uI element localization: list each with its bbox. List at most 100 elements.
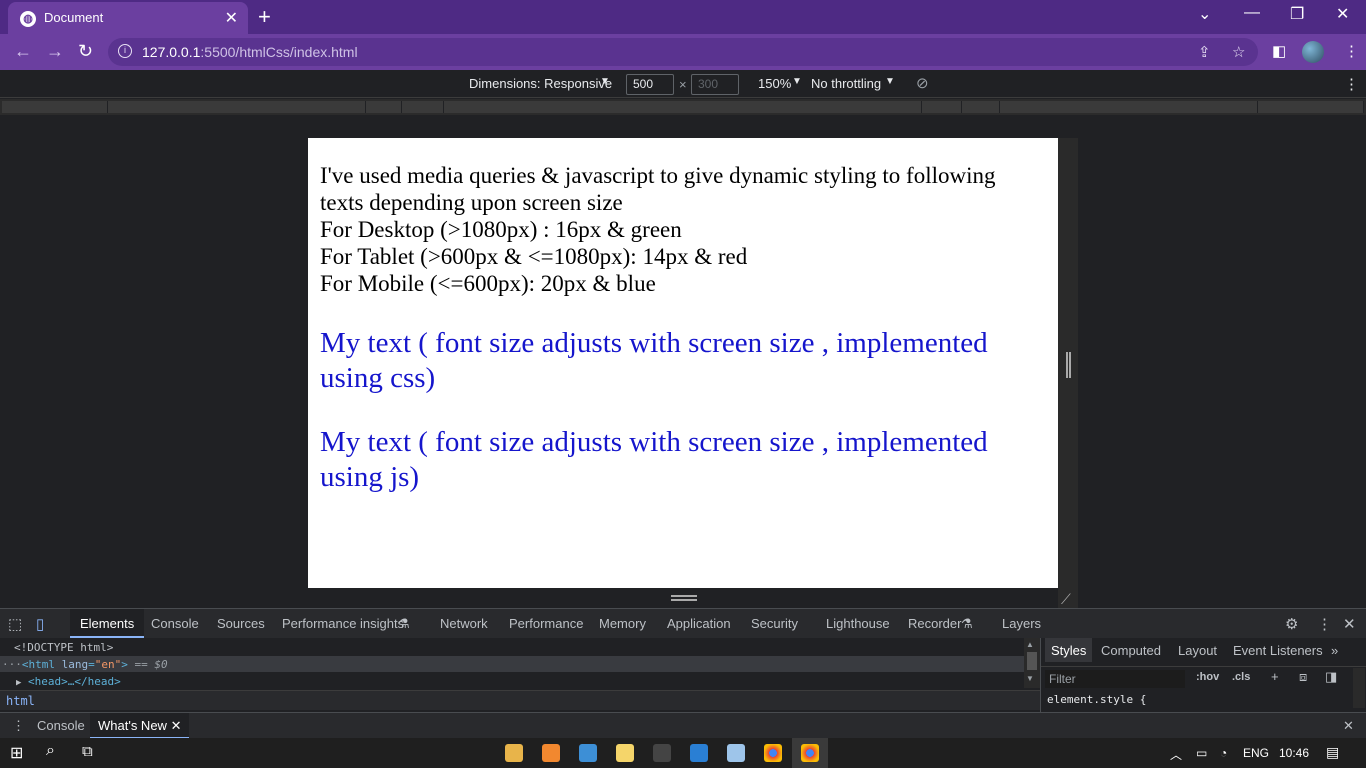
paint-icon[interactable]: ⧈ — [1299, 669, 1307, 685]
media-query-segment[interactable] — [2, 101, 108, 113]
close-icon[interactable]: ✕ — [171, 718, 182, 733]
doctype-node[interactable]: <!DOCTYPE html> — [14, 641, 113, 654]
resize-handle-corner[interactable]: ⟋ — [1061, 591, 1071, 608]
intro-line: I've used media queries & javascript to … — [320, 163, 996, 215]
breadcrumb-html[interactable]: html — [6, 694, 35, 708]
tray-chevron-icon[interactable]: ︿ — [1170, 746, 1182, 763]
profile-avatar[interactable] — [1302, 41, 1324, 63]
zoom-dropdown[interactable]: 150% — [758, 76, 791, 91]
media-query-segment[interactable] — [444, 101, 922, 113]
inspect-element-icon[interactable]: ⬚ — [8, 615, 22, 633]
dimensions-dropdown[interactable]: Dimensions: Responsive — [469, 76, 612, 91]
file-explorer-icon[interactable] — [505, 744, 523, 762]
head-node[interactable]: ▶ <head>…</head> — [16, 675, 121, 688]
rotate-icon[interactable]: ⊘ — [916, 74, 929, 92]
flask-icon: ⚗ — [398, 616, 410, 631]
notes-app-icon[interactable] — [727, 744, 745, 762]
language-indicator[interactable]: ENG — [1243, 746, 1269, 760]
styles-scrollbar[interactable] — [1353, 668, 1365, 708]
tab-layout[interactable]: Layout — [1178, 643, 1217, 658]
tab-memory[interactable]: Memory — [599, 616, 646, 631]
task-view-icon[interactable]: ⧉ — [82, 743, 93, 760]
close-tab-icon[interactable]: ✕ — [225, 8, 238, 28]
menu-kebab-icon[interactable]: ⋮ — [1344, 42, 1359, 60]
element-style-rule[interactable]: element.style { — [1047, 693, 1146, 706]
address-bar[interactable]: i 127.0.0.1:5500/htmlCss/index.html ⇪ ☆ — [108, 38, 1258, 66]
more-options-icon[interactable]: ⋮ — [1344, 75, 1359, 93]
media-query-segment[interactable] — [962, 101, 1000, 113]
tab-application[interactable]: Application — [667, 616, 731, 631]
media-query-segment[interactable] — [1258, 101, 1364, 113]
media-query-segment[interactable] — [922, 101, 962, 113]
tab-sources[interactable]: Sources — [217, 616, 265, 631]
side-panel-icon[interactable]: ◧ — [1272, 42, 1286, 60]
chrome-active-icon[interactable] — [801, 744, 819, 762]
battery-icon[interactable]: ▭ — [1196, 746, 1207, 760]
url-text[interactable]: 127.0.0.1:5500/htmlCss/index.html — [142, 44, 358, 60]
notifications-icon[interactable]: ▤ — [1326, 744, 1339, 761]
tab-elements[interactable]: Elements — [70, 609, 145, 638]
media-query-segment[interactable] — [108, 101, 366, 113]
tab-network[interactable]: Network — [440, 616, 488, 631]
tab-lighthouse[interactable]: Lighthouse — [826, 616, 890, 631]
elements-scrollbar[interactable]: ▲ ▼ — [1024, 638, 1040, 688]
tab-computed[interactable]: Computed — [1101, 643, 1161, 658]
wifi-icon[interactable]: ◔ — [1220, 746, 1227, 760]
clock[interactable]: 10:46 — [1279, 746, 1309, 760]
close-window-button[interactable]: ✕ — [1336, 4, 1349, 24]
media-query-bar — [0, 99, 1366, 115]
back-button[interactable]: ← — [14, 41, 32, 62]
tab-layers[interactable]: Layers — [1002, 616, 1041, 631]
throttling-dropdown[interactable]: No throttling — [811, 76, 881, 91]
search-icon[interactable]: ⌕ — [46, 742, 55, 760]
tab-recorder[interactable]: Recorder — [908, 616, 961, 631]
share-icon[interactable]: ⇪ — [1198, 43, 1211, 61]
tab-search-icon[interactable]: ⌄ — [1198, 4, 1211, 24]
vscode-icon[interactable] — [690, 744, 708, 762]
tab-event-listeners[interactable]: Event Listeners — [1233, 643, 1323, 658]
this-pc-icon[interactable] — [579, 744, 597, 762]
chrome-icon[interactable] — [764, 744, 782, 762]
settings-gear-icon[interactable]: ⚙ — [1285, 615, 1298, 633]
tab-security[interactable]: Security — [751, 616, 798, 631]
site-info-icon[interactable]: i — [118, 44, 132, 58]
bookmark-star-icon[interactable]: ☆ — [1232, 43, 1245, 61]
close-drawer-icon[interactable]: ✕ — [1343, 718, 1354, 734]
styles-filter-input[interactable]: Filter — [1045, 670, 1185, 688]
html-node[interactable]: ···<html lang="en"> == $0 — [2, 658, 168, 671]
forward-button[interactable]: → — [46, 41, 64, 62]
media-query-segment[interactable] — [366, 101, 402, 113]
drawer-menu-icon[interactable]: ⋮ — [12, 718, 25, 734]
tab-performance[interactable]: Performance — [509, 616, 583, 631]
sidebar-toggle-icon[interactable]: ◨ — [1325, 669, 1337, 685]
sublime-text-icon[interactable] — [542, 744, 560, 762]
width-input[interactable]: 500 — [626, 74, 674, 95]
restore-button[interactable]: ❐ — [1290, 4, 1304, 24]
css-text: My text ( font size adjusts with screen … — [320, 327, 988, 394]
tab-styles[interactable]: Styles — [1045, 638, 1093, 662]
class-toggle[interactable]: .cls — [1232, 671, 1250, 683]
close-devtools-icon[interactable]: ✕ — [1343, 615, 1356, 633]
height-input[interactable]: 300 — [691, 74, 739, 95]
resize-handle-right[interactable] — [1066, 352, 1071, 378]
hover-state-toggle[interactable]: :hov — [1196, 671, 1219, 683]
media-query-segment[interactable] — [402, 101, 444, 113]
new-tab-button[interactable]: + — [258, 4, 271, 30]
devtools-menu-icon[interactable]: ⋮ — [1317, 615, 1332, 633]
drawer-tab-whats-new[interactable]: What's New ✕ — [90, 713, 190, 739]
minimize-button[interactable]: — — [1244, 4, 1260, 22]
new-rule-icon[interactable]: + — [1271, 669, 1279, 684]
mobile-rule: For Mobile (<=600px): 20px & blue — [320, 271, 656, 296]
media-query-segment[interactable] — [1000, 101, 1258, 113]
resize-handle-bottom[interactable] — [671, 595, 697, 601]
windows-start-icon[interactable]: ⊞ — [10, 743, 23, 763]
cmd-icon[interactable] — [653, 744, 671, 762]
browser-tab[interactable]: ◍ Document ✕ — [8, 2, 248, 34]
device-toggle-icon[interactable]: ▯ — [36, 615, 44, 633]
tab-console[interactable]: Console — [151, 616, 199, 631]
reload-button[interactable]: ↻ — [78, 41, 93, 62]
tab-performance-insights[interactable]: Performance insights — [282, 616, 404, 631]
more-tabs-icon[interactable]: » — [1331, 643, 1338, 658]
drawer-tab-console[interactable]: Console — [37, 718, 85, 733]
notepad-icon[interactable] — [616, 744, 634, 762]
